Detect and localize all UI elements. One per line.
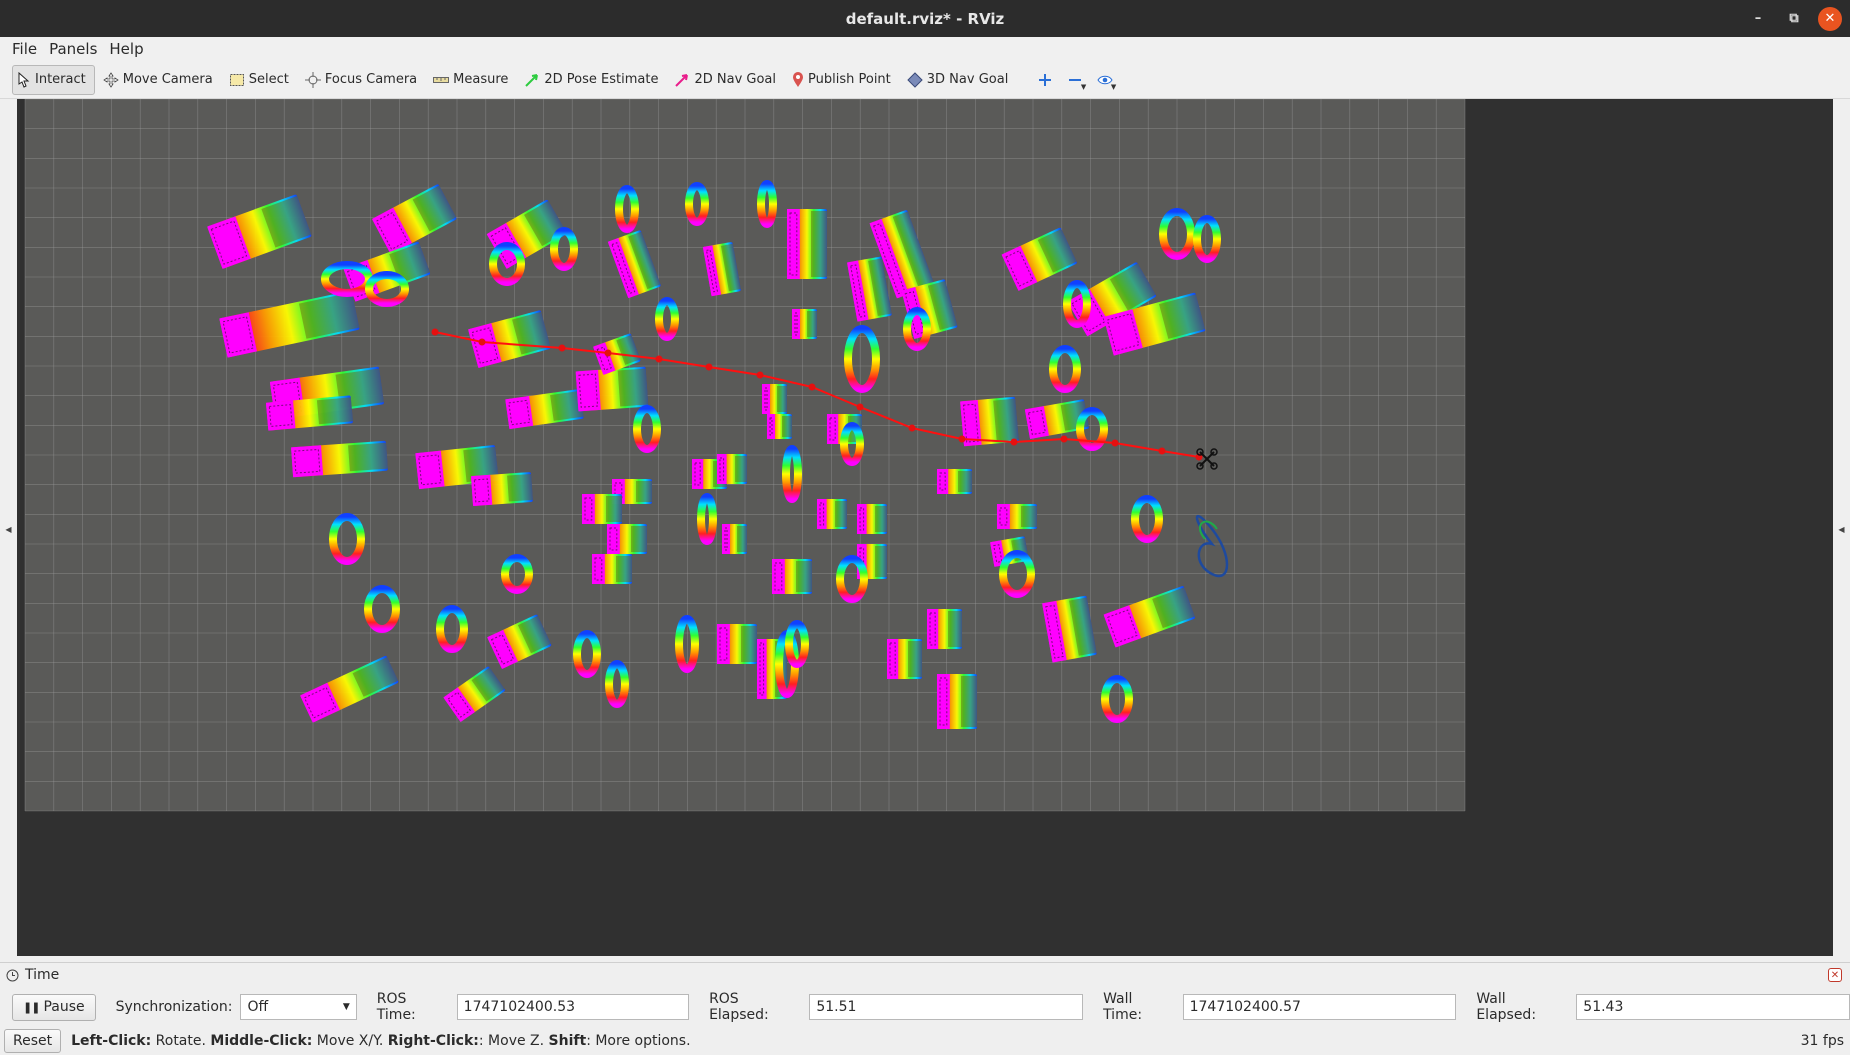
move-camera-icon — [103, 71, 119, 88]
hint-key: Shift — [548, 1033, 587, 1049]
cursor-icon — [18, 71, 30, 88]
restore-icon[interactable]: ⧉ — [1776, 0, 1812, 37]
close-icon[interactable]: ✕ — [1818, 6, 1842, 31]
pause-button[interactable]: ❚❚ Pause — [12, 993, 96, 1021]
mouse-hints: Left-Click: Rotate. Middle-Click: Move X… — [71, 1033, 690, 1049]
tool-label: Select — [248, 72, 289, 87]
render-area: ◀ ◀ — [0, 98, 1850, 960]
ros-time-field[interactable]: 1747102400.53 — [456, 994, 690, 1020]
window-controls: – ⧉ ✕ — [1740, 0, 1842, 37]
select-box-icon — [229, 73, 244, 86]
hint-text: Move X/Y. — [312, 1033, 388, 1049]
tool-focus-camera[interactable]: Focus Camera — [301, 65, 425, 95]
hint-text: : More options. — [586, 1033, 691, 1049]
3d-viewport[interactable] — [17, 98, 1833, 956]
add-tool-button[interactable] — [1030, 65, 1060, 95]
wall-elapsed-field[interactable]: 51.43 — [1576, 994, 1850, 1020]
hint-text: : Move Z. — [478, 1033, 549, 1049]
reset-button[interactable]: Reset — [4, 1029, 62, 1053]
fps-readout: 31 fps — [1800, 1033, 1844, 1049]
clock-icon — [6, 969, 19, 981]
tool-measure[interactable]: Measure — [429, 65, 516, 95]
minimize-icon[interactable]: – — [1740, 0, 1776, 37]
sync-select[interactable]: Off ▼ — [240, 994, 357, 1020]
time-controls: ❚❚ Pause Synchronization: Off ▼ ROS Time… — [0, 987, 1850, 1027]
menu-help[interactable]: Help — [103, 40, 149, 58]
menu-panels[interactable]: Panels — [43, 40, 103, 58]
left-panel-handle[interactable]: ◀ — [0, 99, 17, 960]
time-panel: Time ✕ ❚❚ Pause Synchronization: Off ▼ R… — [0, 962, 1850, 1026]
menu-file[interactable]: File — [6, 40, 43, 58]
menubar: File Panels Help — [0, 37, 1850, 61]
window-title: default.rviz* - RViz — [845, 9, 1005, 28]
chevron-down-icon: ▼ — [1110, 82, 1117, 91]
pose-arrow-icon — [525, 73, 539, 87]
plus-icon — [1039, 73, 1052, 86]
ros-elapsed-label: ROS Elapsed: — [709, 991, 769, 1023]
diamond-icon — [907, 71, 923, 88]
tool-publish-point[interactable]: Publish Point — [788, 65, 899, 95]
status-bar: Reset Left-Click: Rotate. Middle-Click: … — [0, 1027, 1850, 1055]
time-panel-header: Time ✕ — [0, 963, 1850, 987]
tool-move-camera[interactable]: Move Camera — [99, 65, 221, 95]
sync-value: Off — [247, 999, 269, 1015]
pause-icon: ❚❚ — [23, 1000, 40, 1014]
hint-key: Left-Click: — [71, 1033, 152, 1049]
tool-3d-nav-goal[interactable]: 3D Nav Goal — [903, 65, 1017, 95]
chevron-down-icon: ▼ — [1080, 82, 1087, 91]
tool-label: Publish Point — [808, 72, 891, 87]
pause-label: Pause — [43, 999, 85, 1015]
ros-elapsed-field[interactable]: 51.51 — [809, 994, 1084, 1020]
view-tool-button[interactable]: ▼ — [1090, 65, 1120, 95]
hint-key: Right-Click: — [387, 1033, 479, 1049]
window-titlebar: default.rviz* - RViz – ⧉ ✕ — [0, 0, 1850, 37]
tool-label: 3D Nav Goal — [926, 72, 1009, 87]
ros-time-label: ROS Time: — [376, 991, 416, 1023]
tool-label: Move Camera — [122, 72, 213, 87]
close-panel-button[interactable]: ✕ — [1828, 968, 1842, 982]
hint-key: Middle-Click: — [210, 1033, 313, 1049]
focus-camera-icon — [304, 71, 321, 88]
scene-canvas[interactable] — [17, 98, 1833, 956]
tool-label: 2D Nav Goal — [694, 72, 777, 87]
chevron-down-icon: ▼ — [342, 1002, 350, 1012]
tool-toolbar: Interact Move Camera Select Focus Camera… — [0, 61, 1850, 99]
tool-2d-nav-goal[interactable]: 2D Nav Goal — [670, 65, 784, 95]
wall-time-field[interactable]: 1747102400.57 — [1182, 994, 1457, 1020]
tool-label: Interact — [35, 72, 86, 87]
wall-elapsed-label: Wall Elapsed: — [1476, 991, 1537, 1023]
map-pin-icon — [793, 71, 804, 87]
sync-label: Synchronization: — [115, 999, 233, 1015]
right-panel-handle[interactable]: ◀ — [1833, 99, 1850, 960]
hint-text: Rotate. — [151, 1033, 211, 1049]
tool-label: Measure — [453, 72, 509, 87]
tool-select[interactable]: Select — [225, 65, 297, 95]
goal-arrow-icon — [675, 73, 689, 87]
time-panel-title: Time — [25, 967, 60, 983]
tool-interact[interactable]: Interact — [12, 64, 95, 95]
ruler-icon — [433, 76, 450, 83]
tool-2d-pose-estimate[interactable]: 2D Pose Estimate — [520, 65, 666, 95]
tool-label: 2D Pose Estimate — [544, 72, 659, 87]
wall-time-label: Wall Time: — [1103, 991, 1143, 1023]
tool-label: Focus Camera — [324, 72, 418, 87]
remove-tool-button[interactable]: ▼ — [1060, 65, 1090, 95]
